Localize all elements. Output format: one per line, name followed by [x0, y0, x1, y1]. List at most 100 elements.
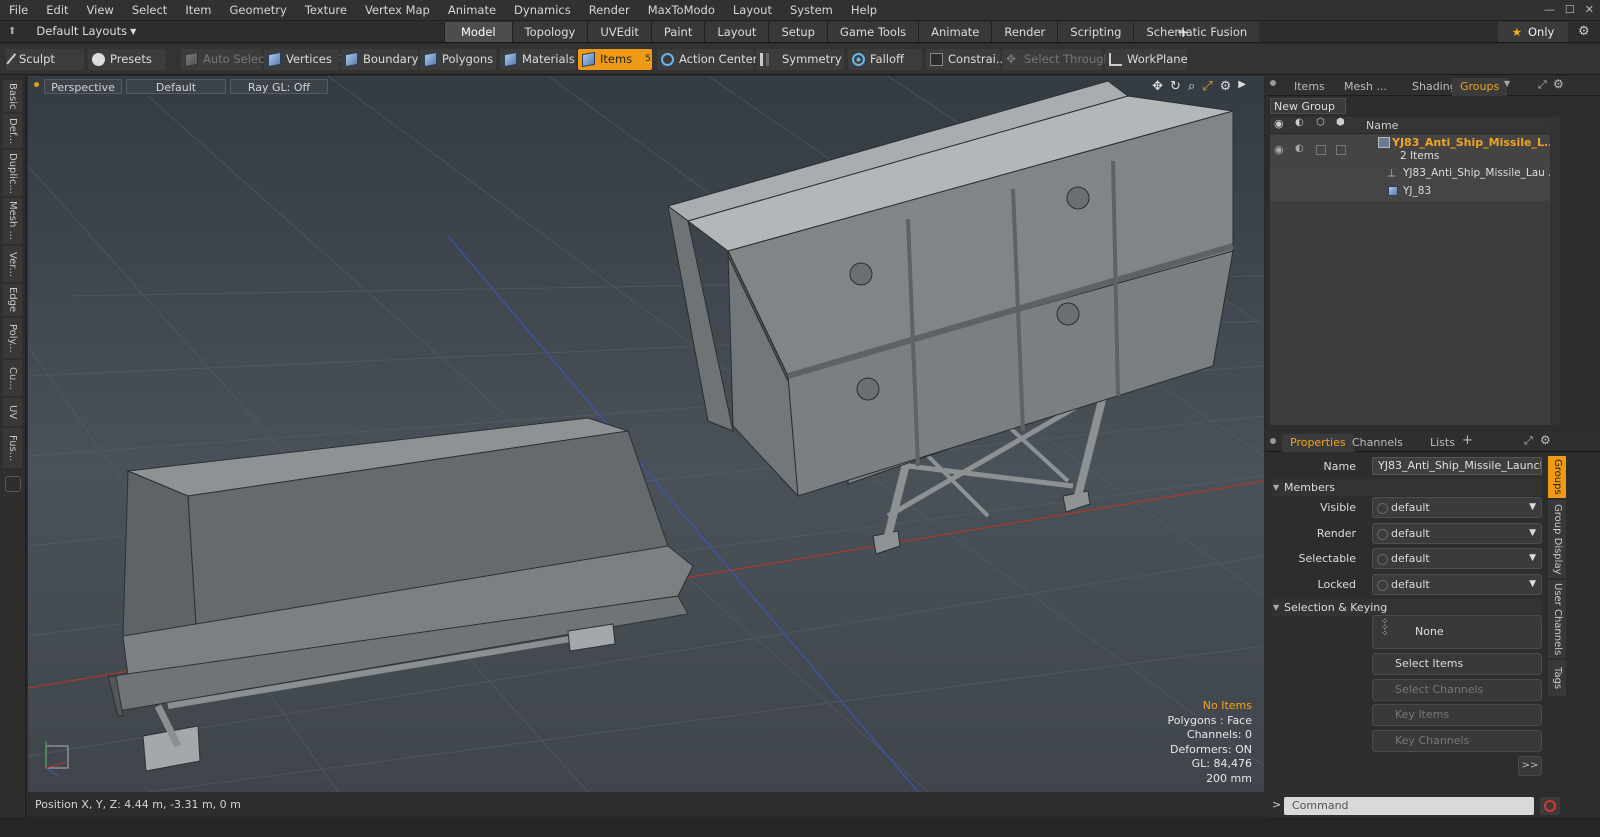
add-tab-button[interactable]: +: [1173, 22, 1193, 42]
add-tab-icon[interactable]: +: [1462, 433, 1473, 448]
key-channels-button[interactable]: Key Channels: [1372, 730, 1542, 752]
polygons-button[interactable]: Polygons: [420, 49, 496, 70]
menu-edit[interactable]: Edit: [37, 3, 77, 17]
workplane-button[interactable]: WorkPlane: [1105, 49, 1188, 70]
group-render-icon[interactable]: ◐: [1295, 143, 1304, 154]
list-scrollbar[interactable]: [1550, 117, 1560, 425]
tab-paint[interactable]: Paint: [650, 22, 705, 42]
shading-mode-chip[interactable]: Default: [126, 79, 226, 94]
tab-mesh[interactable]: Mesh ...: [1336, 78, 1395, 96]
tab-mesh[interactable]: Mesh ...: [3, 198, 22, 244]
raygl-chip[interactable]: Ray GL: Off: [230, 79, 328, 94]
expand-props-icon[interactable]: ⤢: [1524, 434, 1533, 448]
menu-item[interactable]: Item: [176, 3, 220, 17]
tab-model[interactable]: Model: [444, 22, 512, 42]
tab-lists[interactable]: Lists: [1422, 434, 1463, 452]
menu-system[interactable]: System: [781, 3, 842, 17]
eye-icon[interactable]: ◉: [1274, 117, 1284, 130]
group-select-checkbox[interactable]: [1336, 145, 1346, 155]
menu-select[interactable]: Select: [123, 3, 176, 17]
action-center-button[interactable]: Action Center: [657, 49, 757, 70]
tab-setup[interactable]: Setup: [768, 22, 827, 42]
maximize-icon[interactable]: ☐: [1565, 3, 1575, 16]
tab-game-tools[interactable]: Game Tools: [826, 22, 919, 42]
layout-selector[interactable]: ⬆ Default Layouts ▼: [8, 24, 136, 38]
selection-keying-section[interactable]: Selection & Keying: [1272, 599, 1542, 616]
tab-groups[interactable]: Groups: [1452, 78, 1508, 96]
zoom-view-icon[interactable]: ⌕: [1188, 79, 1195, 94]
tab-edge[interactable]: Edge: [3, 284, 22, 316]
tab-properties[interactable]: Properties: [1282, 434, 1354, 452]
menu-maxtomodo[interactable]: MaxToModo: [639, 3, 724, 17]
record-icon[interactable]: [1540, 797, 1560, 815]
tab-scripting[interactable]: Scripting: [1057, 22, 1134, 42]
selectable-dropdown[interactable]: default ▼: [1372, 548, 1542, 569]
key-items-button[interactable]: Key Items: [1372, 704, 1542, 726]
tab-duplicate[interactable]: Duplic...: [3, 150, 22, 196]
upload-icon[interactable]: ⬆: [8, 26, 16, 37]
constraints-button[interactable]: Constrai...: [926, 49, 1007, 70]
tab-channels[interactable]: Channels: [1344, 434, 1411, 452]
group-visibility-icon[interactable]: ◉: [1274, 143, 1284, 156]
menu-help[interactable]: Help: [842, 3, 886, 17]
locked-dropdown[interactable]: default ▼: [1372, 574, 1542, 595]
menu-vertex-map[interactable]: Vertex Map: [356, 3, 439, 17]
fit-view-icon[interactable]: ⤢: [1202, 79, 1212, 94]
group-member-row[interactable]: YJ_83: [1270, 183, 1550, 201]
more-button[interactable]: >>: [1518, 756, 1542, 776]
tab-layout[interactable]: Layout: [704, 22, 769, 42]
members-section[interactable]: Members: [1272, 479, 1542, 496]
tab-vertex[interactable]: Ver...: [3, 246, 22, 282]
tab-deform[interactable]: Def...: [3, 114, 22, 148]
group-lock-checkbox[interactable]: [1316, 145, 1326, 155]
falloff-button[interactable]: Falloff: [848, 49, 922, 70]
strip-toggle-button[interactable]: [5, 476, 21, 492]
visible-dropdown[interactable]: default ▼: [1372, 497, 1542, 518]
symmetry-button[interactable]: Symmetry: [756, 49, 844, 70]
tab-curve[interactable]: Cu...: [3, 360, 22, 396]
select-icon[interactable]: ⬢: [1336, 117, 1345, 128]
tab-dropdown-icon[interactable]: ▼: [1504, 79, 1510, 88]
minimize-icon[interactable]: —: [1544, 3, 1555, 16]
boundary-button[interactable]: Boundary: [341, 49, 418, 70]
expand-panel-icon[interactable]: ⤢: [1538, 78, 1547, 92]
panel-menu-icon[interactable]: [1270, 80, 1276, 86]
gear-icon[interactable]: ⚙: [1578, 24, 1590, 39]
close-icon[interactable]: ✕: [1585, 3, 1594, 16]
menu-texture[interactable]: Texture: [296, 3, 356, 17]
side-tab-groups[interactable]: Groups: [1548, 456, 1566, 498]
side-tab-tags[interactable]: Tags: [1548, 660, 1566, 696]
group-member-row[interactable]: ⟂ YJ83_Anti_Ship_Missile_Lau ...: [1270, 165, 1558, 183]
side-tab-group-display[interactable]: Group Display: [1548, 500, 1566, 578]
presets-button[interactable]: Presets: [88, 49, 166, 70]
tab-uv[interactable]: UV: [3, 398, 22, 426]
view-mode-chip[interactable]: Perspective: [44, 79, 122, 94]
select-channels-button[interactable]: Select Channels: [1372, 679, 1542, 701]
tab-basic[interactable]: Basic: [3, 80, 22, 112]
menu-layout[interactable]: Layout: [724, 3, 781, 17]
side-tab-user-channels[interactable]: User Channels: [1548, 580, 1566, 658]
menu-view[interactable]: View: [78, 3, 123, 17]
name-field[interactable]: YJ83_Anti_Ship_Missile_Launcher: [1372, 457, 1542, 475]
render-dropdown[interactable]: default ▼: [1372, 523, 1542, 544]
menu-geometry[interactable]: Geometry: [221, 3, 296, 17]
tab-fusion[interactable]: Fus...: [3, 428, 22, 468]
panel-gear-icon[interactable]: ⚙: [1553, 77, 1564, 91]
command-input[interactable]: Command: [1284, 797, 1534, 815]
only-button[interactable]: ★ Only: [1498, 22, 1568, 42]
new-group-button[interactable]: New Group: [1270, 98, 1346, 114]
tab-items[interactable]: Items: [1286, 78, 1333, 96]
tab-polygon[interactable]: Poly...: [3, 318, 22, 358]
tab-render[interactable]: Render: [991, 22, 1058, 42]
sculpt-button[interactable]: Sculpt: [6, 49, 84, 70]
render-icon[interactable]: ◐: [1295, 117, 1304, 128]
items-button[interactable]: Items 5: [578, 49, 652, 70]
expand-arrow-icon[interactable]: ▶: [1238, 79, 1246, 94]
menu-render[interactable]: Render: [580, 3, 639, 17]
menu-file[interactable]: File: [0, 3, 37, 17]
props-gear-icon[interactable]: ⚙: [1540, 433, 1551, 447]
none-button[interactable]: ⁘ ⁘ ⁘ None: [1372, 615, 1542, 649]
tab-schematic-fusion[interactable]: Schematic Fusion: [1133, 22, 1260, 42]
menu-dynamics[interactable]: Dynamics: [505, 3, 580, 17]
props-menu-icon[interactable]: [1270, 438, 1276, 444]
